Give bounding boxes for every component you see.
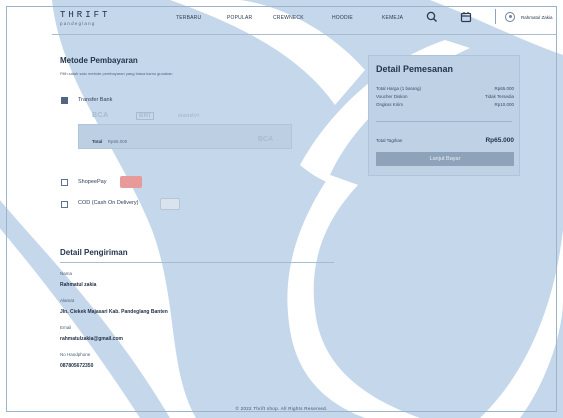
footer-copyright: © 2022 Thrift shop. All Rights Reserved. bbox=[235, 406, 328, 411]
bank-total-value: Rp65.000 bbox=[107, 139, 128, 144]
checkout-page: THRIFT pandeglang TERBARU POPULAR CREWNE… bbox=[0, 0, 563, 418]
brand-logo[interactable]: THRIFT pandeglang bbox=[60, 11, 110, 27]
payment-subtitle: Pilih salah satu metode pembayaran yang … bbox=[60, 71, 173, 76]
summary-total-value: Rp65.000 bbox=[485, 137, 514, 144]
bank-total-label: Total bbox=[92, 139, 103, 144]
summary-shipping-value: Rp10.000 bbox=[494, 102, 514, 107]
summary-total-label: Total Tagihan bbox=[376, 138, 403, 143]
cod-logo bbox=[160, 198, 180, 210]
transfer-bank-checkbox[interactable] bbox=[61, 97, 68, 104]
logo-main-text: THRIFT bbox=[60, 10, 111, 20]
logo-sub-text: pandeglang bbox=[60, 21, 96, 26]
continue-payment-button[interactable]: Lanjut Bayar bbox=[376, 152, 514, 166]
cart-icon[interactable] bbox=[459, 10, 473, 24]
payment-title: Metode Pembayaran bbox=[60, 56, 138, 65]
nav-kemeja[interactable]: KEMEJA bbox=[382, 15, 403, 21]
address-label: Alamat bbox=[60, 298, 75, 303]
order-summary-title: Detail Pemesanan bbox=[376, 64, 454, 74]
summary-voucher-value: Tidak Tersedia bbox=[484, 94, 514, 99]
nav-crewneck[interactable]: CREWNECK bbox=[273, 15, 304, 21]
nav-terbaru[interactable]: TERBARU bbox=[176, 15, 201, 21]
shopeepay-logo bbox=[120, 176, 142, 188]
header-divider bbox=[495, 9, 496, 24]
transfer-bank-label[interactable]: Transfer Bank bbox=[78, 97, 112, 103]
selected-bank-logo: BCA bbox=[258, 136, 274, 143]
cod-label[interactable]: COD (Cash On Delivery) bbox=[78, 200, 139, 206]
bca-logo[interactable]: BCA bbox=[92, 112, 109, 119]
summary-separator bbox=[376, 121, 512, 122]
name-label: Nama bbox=[60, 271, 73, 276]
mandiri-logo[interactable]: mandiri bbox=[178, 113, 200, 119]
summary-price-label: Total Harga (1 barang) bbox=[376, 86, 422, 91]
address-value: Jln. Ciekek Majasari Kab. Pandeglang Ban… bbox=[60, 309, 168, 315]
user-avatar-icon bbox=[505, 12, 515, 22]
user-menu[interactable]: Rahmatul Zakia bbox=[505, 11, 553, 23]
user-name: Rahmatul Zakia bbox=[521, 14, 553, 20]
email-label: Email bbox=[60, 325, 72, 330]
summary-price-value: Rp65.000 bbox=[494, 86, 514, 91]
shopeepay-label[interactable]: ShopeePay bbox=[78, 179, 106, 185]
nav-popular[interactable]: POPULAR bbox=[227, 15, 252, 21]
phone-value: 087805672350 bbox=[60, 363, 94, 369]
header-divider-line bbox=[52, 34, 557, 35]
summary-shipping-label: Ongkos Kirim bbox=[376, 102, 404, 107]
email-value: rahmatulzakia@gmail.com bbox=[60, 336, 123, 342]
bank-total: Total Rp65.000 bbox=[92, 139, 127, 144]
name-value: Rahmatul zakia bbox=[60, 282, 97, 288]
shipping-separator bbox=[60, 262, 334, 263]
cod-checkbox[interactable] bbox=[61, 201, 68, 208]
bri-logo[interactable]: BRI bbox=[136, 112, 154, 120]
search-icon[interactable] bbox=[425, 10, 439, 24]
summary-voucher-label: Voucher Diskon bbox=[376, 94, 408, 99]
nav-hoodie[interactable]: HOODIE bbox=[332, 15, 353, 21]
shopeepay-checkbox[interactable] bbox=[61, 179, 68, 186]
phone-label: No Handphone bbox=[60, 352, 91, 357]
shipping-title: Detail Pengiriman bbox=[60, 248, 128, 257]
